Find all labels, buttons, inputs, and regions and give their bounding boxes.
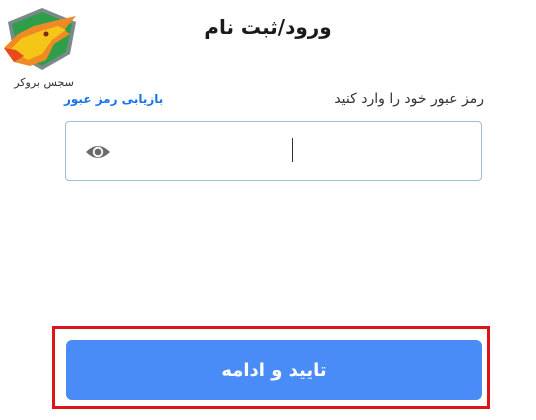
page-title: ورود/ثبت نام [204,15,332,39]
show-password-button[interactable] [83,139,113,165]
password-field[interactable] [65,121,482,181]
login-page: سجس بروکر ورود/ثبت نام رمز عبور خود را و… [0,0,536,420]
brand-logo: سجس بروکر [0,4,84,89]
password-label: رمز عبور خود را وارد کنید [334,91,484,107]
eye-icon [86,146,110,158]
brand-name: سجس بروکر [14,76,74,89]
forgot-password-link[interactable]: بازیابی رمز عبور [64,92,163,106]
password-input[interactable] [126,123,480,179]
text-cursor [292,138,293,162]
confirm-continue-button[interactable]: تایید و ادامه [66,340,482,400]
